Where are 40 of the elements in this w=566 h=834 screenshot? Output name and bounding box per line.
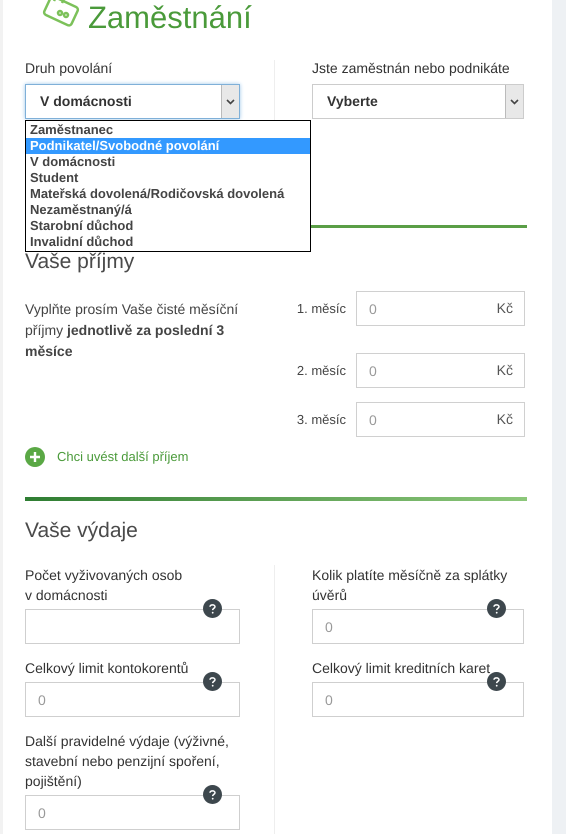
page-title: Zaměstnání	[88, 1, 252, 35]
dropdown-option[interactable]: Starobní důchod	[26, 218, 310, 234]
plus-icon	[25, 447, 45, 467]
chevron-icon	[505, 85, 523, 118]
dropdown-option[interactable]: Nezaměstnaný/á	[26, 202, 310, 218]
month-label: 1. měsíc	[296, 300, 347, 318]
number-field[interactable]: 0	[25, 795, 240, 830]
currency-unit: Kč	[496, 361, 513, 379]
field-label: Kolik platíte měsíčně za splátky úvěrů	[312, 566, 508, 605]
field-label: Počet vyživovaných osob v domácnosti	[25, 566, 184, 605]
number-field[interactable]: 0	[312, 682, 524, 717]
field-label: Další pravidelné výdaje (výživné, stavební nebo penzijní spoření, pojištění)	[25, 732, 230, 791]
income-description: Vyplňte prosím Vaše čisté měsíční příjmy jednotlivě za poslední 3 měsíce	[25, 300, 240, 361]
field-label: Celkový limit kontokorentů	[25, 659, 190, 678]
currency-unit: Kč	[496, 410, 513, 428]
select-field[interactable]: V domácnosti	[25, 84, 240, 119]
chevron-icon	[221, 85, 239, 118]
dropdown-option[interactable]: V domácnosti	[26, 154, 310, 170]
month-label: 2. měsíc	[296, 362, 347, 380]
field-label: Druh povolání	[25, 60, 114, 76]
dropdown-option[interactable]: Zaměstnanec	[26, 122, 310, 138]
select-field[interactable]: Vyberte	[312, 84, 524, 119]
currency-unit: Kč	[496, 299, 513, 317]
add-income-link[interactable]: Chci uvést další příjem	[25, 447, 188, 467]
dropdown-option[interactable]: Invalidní důchod	[26, 234, 310, 250]
help-icon[interactable]	[203, 672, 222, 691]
dropdown-option[interactable]: Student	[26, 170, 310, 186]
section-heading: Vaše výdaje	[25, 519, 139, 543]
section-heading: Vaše příjmy	[25, 250, 136, 274]
help-icon[interactable]	[487, 672, 506, 691]
field-label: Celkový limit kreditních karet	[312, 659, 492, 678]
dropdown-option[interactable]: Mateřská dovolená/Rodičovská dovolená	[26, 186, 310, 202]
help-icon[interactable]	[487, 599, 506, 618]
number-field[interactable]: 0	[312, 609, 524, 644]
field-label: Jste zaměstnán nebo podnikáte	[312, 60, 511, 76]
help-icon[interactable]	[203, 599, 222, 618]
month-label: 3. měsíc	[296, 410, 347, 429]
number-field[interactable]	[25, 609, 240, 644]
number-field[interactable]: 0	[25, 682, 240, 717]
help-icon[interactable]	[203, 785, 222, 804]
